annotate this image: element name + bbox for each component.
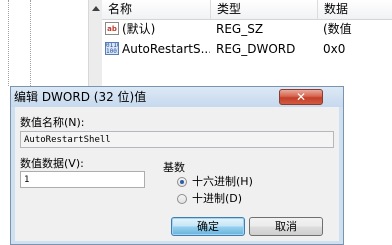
dialog-body: 数值名称(N): AutoRestartShell 数值数据(V): 1 基数 … (15, 107, 339, 241)
edit-dword-dialog: 编辑 DWORD (32 位)值 ✕ 数值名称(N): AutoRestartS… (10, 86, 344, 245)
hexadecimal-label: 十六进制(H) (192, 175, 253, 188)
registry-values-list[interactable]: 名称 类型 数据 ab (默认) REG_SZ (数值 01101001 Aut… (102, 0, 392, 86)
value-data-label: 数值数据(V): (20, 157, 84, 170)
close-icon: ✕ (295, 90, 307, 104)
column-header-name[interactable]: 名称 (102, 0, 211, 19)
value-type: REG_DWORD (216, 42, 296, 56)
tree-connector-line (8, 0, 9, 86)
string-value-icon: ab (105, 22, 119, 35)
dialog-title: 编辑 DWORD (32 位)值 (14, 90, 147, 104)
list-item[interactable]: ab (默认) REG_SZ (数值 (102, 19, 392, 39)
value-name: (默认) (122, 22, 156, 36)
value-name-label: 数值名称(N): (20, 116, 85, 129)
value-data-field[interactable]: 1 (20, 171, 145, 188)
value-name: AutoRestartS... (122, 42, 210, 56)
tree-connector-line (30, 0, 31, 86)
base-label: 基数 (163, 161, 185, 174)
column-header-data[interactable]: 数据 (317, 0, 392, 19)
value-type: REG_SZ (216, 22, 264, 36)
list-item[interactable]: 01101001 AutoRestartS... REG_DWORD 0x0 (102, 39, 392, 59)
dialog-titlebar[interactable]: 编辑 DWORD (32 位)值 ✕ (11, 87, 343, 107)
cancel-button[interactable]: 取消 (249, 217, 323, 236)
radio-unselected-icon[interactable] (177, 194, 187, 204)
ok-button[interactable]: 确定 (171, 217, 245, 236)
value-name-field[interactable]: AutoRestartShell (20, 131, 334, 148)
base-groupbox: 基数 十六进制(H) 十进制(D) (163, 159, 323, 211)
close-button[interactable]: ✕ (279, 89, 323, 105)
radio-selected-icon[interactable] (177, 177, 187, 187)
decimal-label: 十进制(D) (192, 192, 243, 205)
value-data: (数值 (323, 22, 352, 36)
scroll-up-arrow-icon[interactable] (92, 6, 100, 11)
registry-tree-pane[interactable] (0, 0, 88, 86)
value-data: 0x0 (323, 42, 346, 56)
column-header-type[interactable]: 类型 (210, 0, 313, 19)
list-header: 名称 类型 数据 (102, 0, 392, 20)
tree-scrollbar[interactable] (88, 0, 103, 86)
binary-value-icon: 01101001 (105, 42, 119, 55)
